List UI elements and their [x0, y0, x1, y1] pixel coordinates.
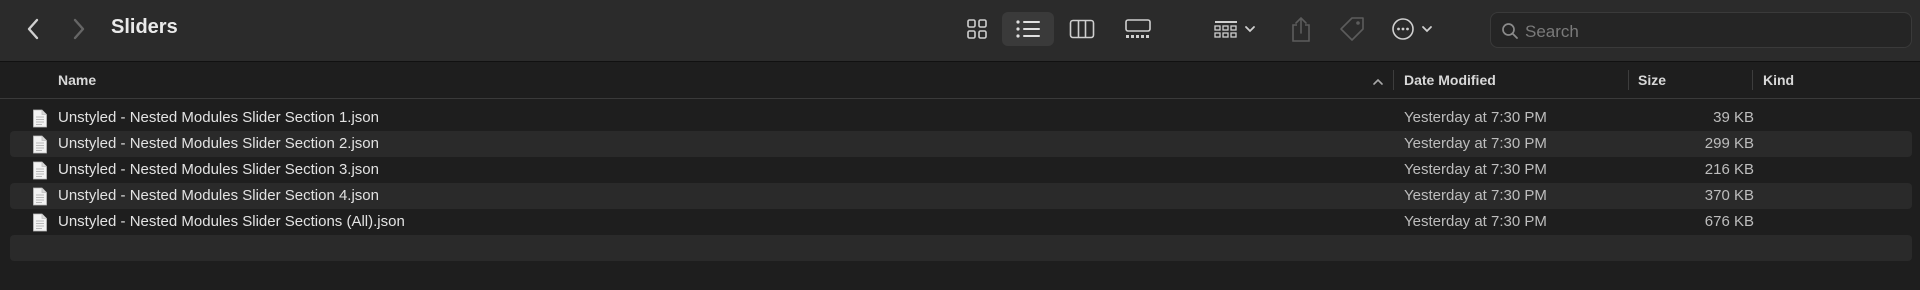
column-header-name[interactable]: Name [58, 72, 96, 88]
sort-ascending-icon [1372, 74, 1384, 90]
document-icon [33, 187, 47, 206]
file-row[interactable]: Unstyled - Nested Modules Slider Section… [10, 105, 1912, 131]
file-size: 299 KB [1704, 135, 1754, 152]
action-menu-button[interactable] [1390, 13, 1440, 45]
gallery-icon [1125, 19, 1151, 38]
column-header-date[interactable]: Date Modified [1404, 72, 1496, 88]
document-icon [33, 213, 47, 232]
file-size: 676 KB [1704, 213, 1754, 230]
document-icon [33, 109, 47, 128]
toolbar: Sliders Search [0, 0, 1920, 62]
share-icon [1292, 16, 1310, 42]
tag-icon [1340, 17, 1364, 41]
gallery-view-button[interactable] [1120, 13, 1156, 45]
file-name: Unstyled - Nested Modules Slider Section… [58, 187, 379, 204]
file-date: Yesterday at 7:30 PM [1404, 109, 1547, 126]
chevron-left-icon [27, 18, 39, 40]
document-icon [33, 161, 47, 180]
file-size: 370 KB [1704, 187, 1754, 204]
file-name: Unstyled - Nested Modules Slider Section… [58, 213, 405, 230]
file-size: 39 KB [1713, 109, 1754, 126]
columns-icon [1069, 19, 1095, 39]
list-view-button[interactable] [1002, 12, 1054, 46]
column-view-button[interactable] [1065, 13, 1099, 45]
group-by-button[interactable] [1212, 13, 1262, 45]
column-divider[interactable] [1393, 70, 1394, 90]
forward-button[interactable] [66, 14, 92, 44]
search-icon [1502, 23, 1518, 39]
file-list: Unstyled - Nested Modules Slider Section… [10, 105, 1912, 261]
column-header-kind[interactable]: Kind [1763, 72, 1794, 88]
grid-icon [967, 19, 987, 39]
file-name: Unstyled - Nested Modules Slider Section… [58, 161, 379, 178]
search-placeholder: Search [1525, 22, 1579, 41]
column-header-size[interactable]: Size [1638, 72, 1666, 88]
icon-view-button[interactable] [960, 13, 994, 45]
file-row[interactable]: Unstyled - Nested Modules Slider Section… [10, 209, 1912, 235]
tag-button[interactable] [1336, 12, 1368, 46]
search-field[interactable]: Search [1490, 12, 1912, 48]
chevron-right-icon [73, 18, 85, 40]
file-date: Yesterday at 7:30 PM [1404, 161, 1547, 178]
column-divider[interactable] [1628, 70, 1629, 90]
document-icon [33, 135, 47, 154]
list-icon [1016, 20, 1040, 38]
file-row[interactable]: Unstyled - Nested Modules Slider Section… [10, 131, 1912, 157]
file-name: Unstyled - Nested Modules Slider Section… [58, 135, 379, 152]
more-icon [1392, 18, 1432, 40]
file-row[interactable]: Unstyled - Nested Modules Slider Section… [10, 157, 1912, 183]
file-row[interactable]: Unstyled - Nested Modules Slider Section… [10, 183, 1912, 209]
file-size: 216 KB [1704, 161, 1754, 178]
share-button[interactable] [1286, 12, 1316, 46]
file-name: Unstyled - Nested Modules Slider Section… [58, 109, 379, 126]
window-title: Sliders [111, 16, 178, 38]
file-date: Yesterday at 7:30 PM [1404, 135, 1547, 152]
file-date: Yesterday at 7:30 PM [1404, 213, 1547, 230]
back-button[interactable] [20, 14, 46, 44]
column-divider[interactable] [1752, 70, 1753, 90]
column-header: Name Date Modified Size Kind [0, 62, 1920, 99]
empty-row [10, 235, 1912, 261]
group-icon [1214, 21, 1255, 38]
file-date: Yesterday at 7:30 PM [1404, 187, 1547, 204]
